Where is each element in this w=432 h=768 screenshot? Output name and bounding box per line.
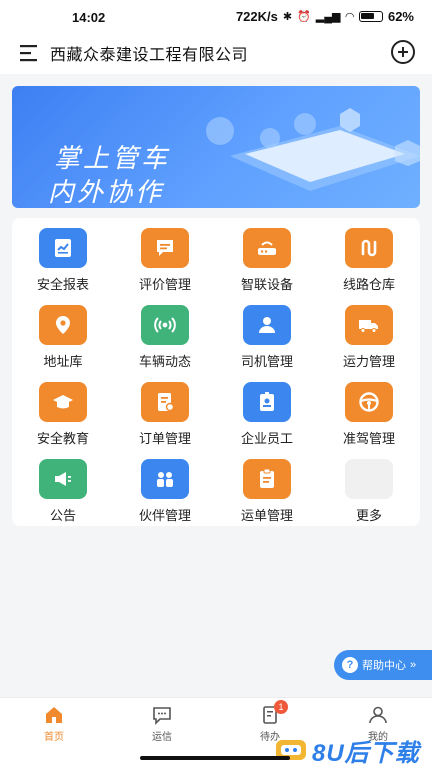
grid-item-label: 司机管理 xyxy=(240,354,293,369)
double-chevron-icon: » xyxy=(410,659,417,671)
grid-item-label: 车辆动态 xyxy=(138,354,191,369)
question-icon: ? xyxy=(342,657,358,673)
grid-item-waybill[interactable]: 运单管理 xyxy=(216,459,318,531)
grid-item-label: 伙伴管理 xyxy=(138,508,191,523)
network-speed: 722K/s xyxy=(235,9,278,24)
grid-item-label: 订单管理 xyxy=(138,431,191,446)
battery-level: 62% xyxy=(387,9,414,24)
location-pin-icon xyxy=(39,305,87,345)
home-icon xyxy=(46,707,62,723)
grid-item-capacity[interactable]: 运力管理 xyxy=(318,305,420,377)
promo-banner[interactable]: 掌上管车 内外协作 xyxy=(12,86,420,208)
message-icon xyxy=(153,707,171,725)
profile-icon xyxy=(369,706,387,724)
site-watermark: 8U后下载 xyxy=(274,732,432,768)
tab-messages[interactable]: 运信 xyxy=(132,704,192,743)
alarm-icon: ⏰ xyxy=(297,11,311,23)
banner-subheadline: 内外协作 xyxy=(48,177,165,207)
cell-signal-icon: ▂▄▆ xyxy=(315,11,341,23)
grid-item-label: 运单管理 xyxy=(240,508,293,523)
order-document-icon xyxy=(141,382,189,422)
grid-item-label: 企业员工 xyxy=(240,431,293,446)
home-indicator xyxy=(140,756,290,760)
grid-item-more[interactable]: 更多 xyxy=(318,459,420,531)
tab-label: 首页 xyxy=(44,732,64,743)
grid-item-label: 运力管理 xyxy=(342,354,395,369)
grid-item-driver[interactable]: 司机管理 xyxy=(216,305,318,377)
status-bar: 14:02 722K/s ✱ ⏰ ▂▄▆ ◠ 62% xyxy=(0,0,432,34)
grid-item-safety-report[interactable]: 安全报表 xyxy=(12,228,114,300)
help-center-label: 帮助中心 xyxy=(362,660,406,672)
grid-item-label: 安全教育 xyxy=(36,431,89,446)
banner-headline: 掌上管车 xyxy=(54,143,171,173)
chart-report-icon xyxy=(39,228,87,268)
grid-item-partners[interactable]: 伙伴管理 xyxy=(114,459,216,531)
tab-home[interactable]: 首页 xyxy=(24,704,84,743)
route-warehouse-icon xyxy=(345,228,393,268)
signal-broadcast-icon xyxy=(141,305,189,345)
watermark-text: 8U后下载 xyxy=(312,739,420,767)
status-indicators: 722K/s ✱ ⏰ ▂▄▆ ◠ 62% xyxy=(236,9,414,24)
grid-item-label: 安全报表 xyxy=(36,277,89,292)
waybill-icon xyxy=(243,459,291,499)
comment-review-icon xyxy=(141,228,189,268)
more-apps-icon xyxy=(345,459,393,499)
grid-item-address-book[interactable]: 地址库 xyxy=(12,305,114,377)
todo-badge: 1 xyxy=(274,700,288,714)
battery-icon xyxy=(358,11,383,22)
employee-badge-icon xyxy=(243,382,291,422)
driver-person-icon xyxy=(243,305,291,345)
grid-item-label: 准驾管理 xyxy=(342,431,395,446)
menu-icon[interactable] xyxy=(18,42,40,64)
tab-label: 运信 xyxy=(152,732,172,743)
grid-item-safety-education[interactable]: 安全教育 xyxy=(12,382,114,454)
grid-item-label: 线路仓库 xyxy=(342,277,395,292)
partners-icon xyxy=(141,459,189,499)
add-icon[interactable] xyxy=(391,40,415,64)
grid-item-driving-permit[interactable]: 准驾管理 xyxy=(318,382,420,454)
truck-icon xyxy=(345,305,393,345)
megaphone-icon xyxy=(39,459,87,499)
status-time: 14:02 xyxy=(72,10,106,25)
grid-item-label: 公告 xyxy=(49,508,76,523)
grid-item-employees[interactable]: 企业员工 xyxy=(216,382,318,454)
grid-item-label: 智联设备 xyxy=(240,277,293,292)
graduation-cap-icon xyxy=(39,382,87,422)
wifi-icon: ◠ xyxy=(345,11,354,23)
grid-item-review[interactable]: 评价管理 xyxy=(114,228,216,300)
grid-item-route-warehouse[interactable]: 线路仓库 xyxy=(318,228,420,300)
bluetooth-icon: ✱ xyxy=(282,11,293,23)
grid-item-label: 地址库 xyxy=(43,354,83,369)
company-title: 西藏众泰建设工程有限公司 xyxy=(50,47,249,64)
grid-item-label: 更多 xyxy=(355,508,382,523)
help-center-button[interactable]: ? 帮助中心 » xyxy=(334,650,432,680)
function-grid: 安全报表 评价管理 智联设备 线路仓库 地址库 车辆动态 司机管理 运力管理 安… xyxy=(12,218,420,526)
grid-item-vehicle-status[interactable]: 车辆动态 xyxy=(114,305,216,377)
steering-wheel-icon xyxy=(345,382,393,422)
router-device-icon xyxy=(243,228,291,268)
grid-item-announcement[interactable]: 公告 xyxy=(12,459,114,531)
app-header: 西藏众泰建设工程有限公司 xyxy=(0,34,432,74)
grid-item-devices[interactable]: 智联设备 xyxy=(216,228,318,300)
grid-item-orders[interactable]: 订单管理 xyxy=(114,382,216,454)
grid-item-label: 评价管理 xyxy=(138,277,191,292)
platform-illustration-icon xyxy=(206,108,420,191)
